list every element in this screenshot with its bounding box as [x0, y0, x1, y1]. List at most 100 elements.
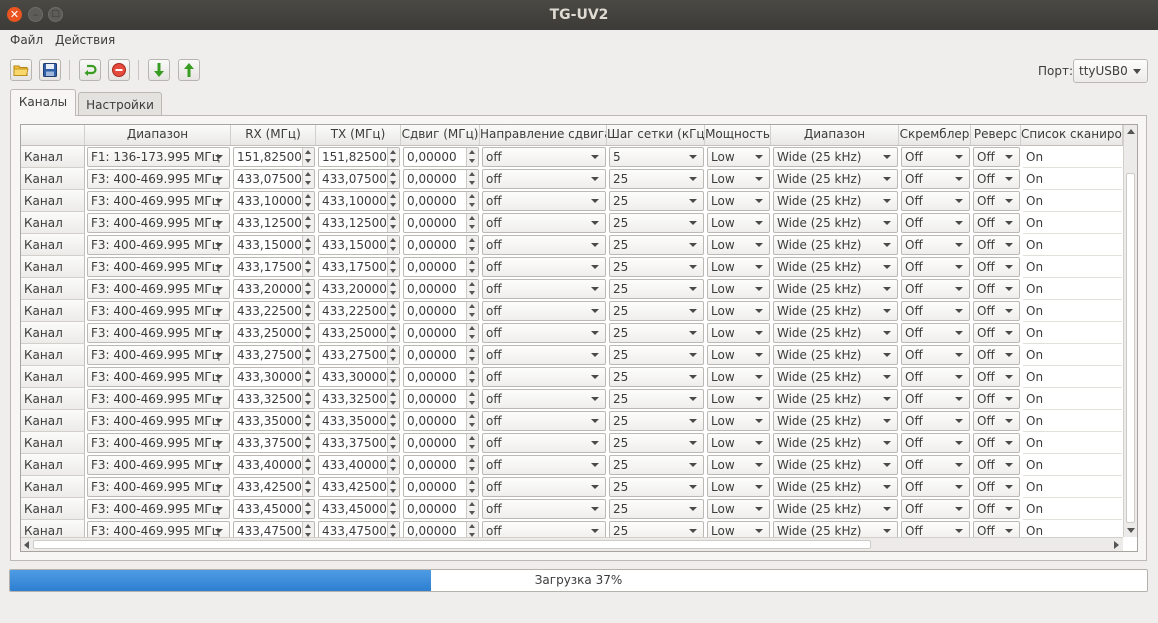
- row-header[interactable]: Канал 000: [21, 146, 85, 186]
- power-combo[interactable]: Low: [707, 477, 770, 497]
- row-header[interactable]: Канал 015: [21, 476, 85, 516]
- spin-buttons[interactable]: [302, 192, 314, 210]
- spin-up-icon[interactable]: [469, 480, 475, 484]
- spin-down-icon[interactable]: [469, 357, 475, 361]
- shift-spinbox[interactable]: 0,00000: [403, 499, 479, 519]
- step-combo[interactable]: 25: [609, 433, 704, 453]
- scan-cell[interactable]: On: [1023, 146, 1122, 168]
- spin-down-icon[interactable]: [305, 511, 311, 515]
- tab-channels[interactable]: Каналы: [10, 89, 76, 116]
- spin-up-icon[interactable]: [305, 524, 311, 528]
- spin-down-icon[interactable]: [469, 291, 475, 295]
- scr-combo[interactable]: Off: [901, 213, 970, 233]
- tx-spinbox[interactable]: 433,22500: [318, 301, 400, 321]
- tx-spinbox[interactable]: 433,07500: [318, 169, 400, 189]
- spin-up-icon[interactable]: [305, 304, 311, 308]
- spin-down-icon[interactable]: [390, 445, 396, 449]
- spin-down-icon[interactable]: [305, 379, 311, 383]
- band-combo[interactable]: F3: 400-469.995 МГц: [87, 191, 230, 211]
- rx-spinbox[interactable]: 433,12500: [233, 213, 315, 233]
- spin-buttons[interactable]: [387, 302, 399, 320]
- shift-spinbox[interactable]: 0,00000: [403, 191, 479, 211]
- step-combo[interactable]: 25: [609, 169, 704, 189]
- spin-down-icon[interactable]: [305, 467, 311, 471]
- band-combo[interactable]: F3: 400-469.995 МГц: [87, 279, 230, 299]
- dir-combo[interactable]: off: [482, 389, 606, 409]
- spin-buttons[interactable]: [387, 236, 399, 254]
- spin-buttons[interactable]: [387, 280, 399, 298]
- spin-buttons[interactable]: [302, 500, 314, 518]
- bw-combo[interactable]: Wide (25 kHz): [773, 345, 898, 365]
- shift-spinbox[interactable]: 0,00000: [403, 345, 479, 365]
- spin-buttons[interactable]: [387, 324, 399, 342]
- power-combo[interactable]: Low: [707, 257, 770, 277]
- step-combo[interactable]: 25: [609, 279, 704, 299]
- spin-up-icon[interactable]: [305, 392, 311, 396]
- spin-up-icon[interactable]: [305, 414, 311, 418]
- spin-up-icon[interactable]: [469, 370, 475, 374]
- scan-cell[interactable]: On: [1023, 410, 1122, 432]
- spin-up-icon[interactable]: [469, 326, 475, 330]
- spin-down-icon[interactable]: [469, 203, 475, 207]
- rev-combo[interactable]: Off: [973, 345, 1020, 365]
- dir-combo[interactable]: off: [482, 191, 606, 211]
- spin-buttons[interactable]: [302, 368, 314, 386]
- power-combo[interactable]: Low: [707, 389, 770, 409]
- band-combo[interactable]: F3: 400-469.995 МГц: [87, 367, 230, 387]
- spin-up-icon[interactable]: [390, 458, 396, 462]
- spin-down-icon[interactable]: [390, 247, 396, 251]
- scr-combo[interactable]: Off: [901, 191, 970, 211]
- band-combo[interactable]: F3: 400-469.995 МГц: [87, 301, 230, 321]
- rev-combo[interactable]: Off: [973, 389, 1020, 409]
- bw-combo[interactable]: Wide (25 kHz): [773, 323, 898, 343]
- spin-up-icon[interactable]: [469, 414, 475, 418]
- row-header[interactable]: Канал 002: [21, 190, 85, 230]
- rev-combo[interactable]: Off: [973, 499, 1020, 519]
- spin-buttons[interactable]: [302, 214, 314, 232]
- vertical-scroll-thumb[interactable]: [1126, 173, 1135, 523]
- spin-down-icon[interactable]: [469, 511, 475, 515]
- spin-up-icon[interactable]: [390, 326, 396, 330]
- scr-combo[interactable]: Off: [901, 301, 970, 321]
- row-header[interactable]: Канал 014: [21, 454, 85, 494]
- step-combo[interactable]: 25: [609, 499, 704, 519]
- shift-spinbox[interactable]: 0,00000: [403, 433, 479, 453]
- scr-combo[interactable]: Off: [901, 389, 970, 409]
- spin-buttons[interactable]: [387, 390, 399, 408]
- power-combo[interactable]: Low: [707, 169, 770, 189]
- rx-spinbox[interactable]: 433,42500: [233, 477, 315, 497]
- column-header[interactable]: TX (МГц): [316, 125, 401, 145]
- scroll-up-icon[interactable]: [1127, 129, 1135, 134]
- band-combo[interactable]: F3: 400-469.995 МГц: [87, 323, 230, 343]
- column-header[interactable]: Мощность: [705, 125, 771, 145]
- rx-spinbox[interactable]: 433,07500: [233, 169, 315, 189]
- spin-up-icon[interactable]: [469, 304, 475, 308]
- scan-cell[interactable]: On: [1023, 168, 1122, 190]
- spin-up-icon[interactable]: [390, 414, 396, 418]
- spin-up-icon[interactable]: [469, 392, 475, 396]
- spin-up-icon[interactable]: [469, 194, 475, 198]
- band-combo[interactable]: F3: 400-469.995 МГц: [87, 499, 230, 519]
- spin-down-icon[interactable]: [390, 181, 396, 185]
- power-combo[interactable]: Low: [707, 147, 770, 167]
- rev-combo[interactable]: Off: [973, 235, 1020, 255]
- step-combo[interactable]: 25: [609, 257, 704, 277]
- spin-down-icon[interactable]: [390, 511, 396, 515]
- scr-combo[interactable]: Off: [901, 367, 970, 387]
- spin-up-icon[interactable]: [305, 238, 311, 242]
- rev-combo[interactable]: Off: [973, 279, 1020, 299]
- band-combo[interactable]: F3: 400-469.995 МГц: [87, 477, 230, 497]
- spin-down-icon[interactable]: [305, 489, 311, 493]
- menu-file[interactable]: Файл: [10, 33, 43, 47]
- row-header[interactable]: Канал 016: [21, 498, 85, 538]
- spin-buttons[interactable]: [466, 214, 478, 232]
- spin-up-icon[interactable]: [305, 194, 311, 198]
- dir-combo[interactable]: off: [482, 477, 606, 497]
- spin-buttons[interactable]: [466, 280, 478, 298]
- spin-down-icon[interactable]: [390, 357, 396, 361]
- band-combo[interactable]: F3: 400-469.995 МГц: [87, 411, 230, 431]
- rev-combo[interactable]: Off: [973, 323, 1020, 343]
- spin-buttons[interactable]: [387, 478, 399, 496]
- band-combo[interactable]: F3: 400-469.995 МГц: [87, 433, 230, 453]
- rev-combo[interactable]: Off: [973, 411, 1020, 431]
